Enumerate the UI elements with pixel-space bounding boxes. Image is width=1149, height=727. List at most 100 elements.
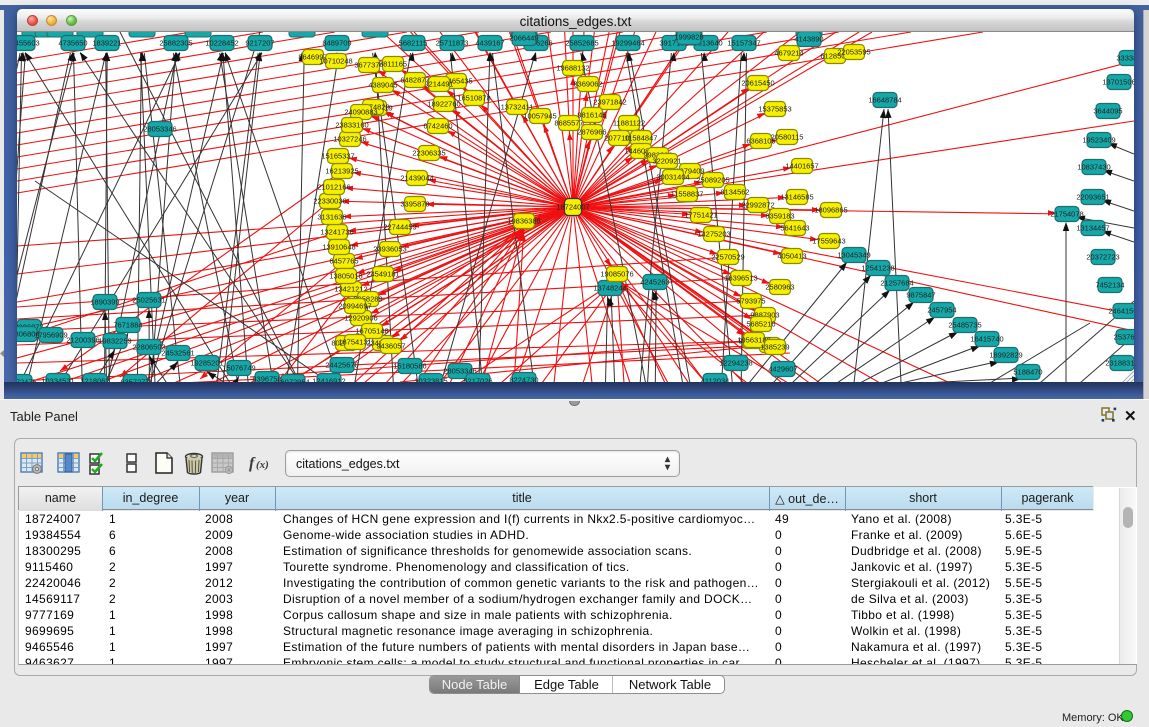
svg-text:8359183: 8359183 (765, 212, 794, 221)
svg-text:22306335: 22306335 (412, 149, 445, 158)
svg-text:15180586: 15180586 (393, 362, 426, 371)
svg-text:25025631: 25025631 (132, 296, 165, 305)
svg-text:5682115: 5682115 (399, 39, 428, 48)
svg-text:2457954: 2457954 (927, 306, 956, 315)
svg-text:23971842: 23971842 (593, 98, 626, 107)
svg-text:3333883: 3333883 (1116, 54, 1134, 63)
svg-text:4050413: 4050413 (777, 252, 806, 261)
svg-text:22330030: 22330030 (313, 197, 346, 206)
svg-text:1385239: 1385239 (760, 343, 789, 352)
svg-text:24090883: 24090883 (344, 108, 377, 117)
svg-text:21200396: 21200396 (66, 336, 99, 345)
svg-text:17956909: 17956909 (34, 331, 67, 340)
svg-text:6457765: 6457765 (329, 257, 358, 266)
svg-text:13241736: 13241736 (320, 228, 353, 237)
svg-text:25852685: 25852685 (565, 39, 598, 48)
svg-text:16510878: 16510878 (457, 94, 490, 103)
svg-text:f: f (249, 455, 256, 472)
svg-text:24532561: 24532561 (161, 349, 194, 358)
svg-text:19836388: 19836388 (507, 217, 540, 226)
svg-text:25089205: 25089205 (696, 176, 729, 185)
svg-text:25711873: 25711873 (436, 39, 469, 48)
svg-text:8811165: 8811165 (379, 60, 407, 69)
svg-text:17559643: 17559643 (812, 237, 845, 246)
svg-text:15076749: 15076749 (222, 364, 255, 373)
svg-text:9875847: 9875847 (906, 291, 935, 300)
svg-text:19832259: 19832259 (98, 337, 131, 346)
svg-text:13748244: 13748244 (593, 284, 626, 293)
svg-text:15375853: 15375853 (758, 105, 791, 114)
svg-text:10228452: 10228452 (205, 39, 238, 48)
svg-text:11558837: 11558837 (671, 190, 704, 199)
svg-text:16396513: 16396513 (724, 274, 757, 283)
svg-text:13134457: 13134457 (1076, 224, 1109, 233)
svg-text:19285201: 19285201 (190, 359, 223, 368)
svg-text:10710248: 10710248 (319, 57, 352, 66)
svg-text:23936053: 23936053 (373, 245, 406, 254)
svg-text:12920906: 12920906 (344, 314, 377, 323)
svg-text:4143890: 4143890 (794, 35, 823, 44)
svg-text:3644095: 3644095 (1093, 107, 1122, 116)
svg-text:19688132: 19688132 (556, 64, 589, 73)
svg-text:7671884: 7671884 (113, 321, 142, 330)
svg-text:3220921: 3220921 (652, 157, 681, 166)
svg-text:18724007: 18724007 (556, 203, 589, 212)
svg-text:20031404: 20031404 (656, 173, 689, 182)
svg-text:16648784: 16648784 (868, 96, 901, 105)
svg-text:6742460: 6742460 (423, 122, 452, 131)
svg-text:(x): (x) (256, 459, 269, 471)
svg-text:21754078: 21754078 (1050, 210, 1083, 219)
svg-text:15165337: 15165337 (321, 152, 354, 161)
svg-text:4429607: 4429607 (768, 365, 797, 374)
svg-text:4389045: 4389045 (368, 81, 397, 90)
svg-text:22992872: 22992872 (741, 201, 774, 210)
svg-text:25485735: 25485735 (948, 321, 981, 330)
svg-text:3395870: 3395870 (400, 200, 429, 209)
svg-text:1999828: 1999828 (674, 33, 703, 42)
svg-text:4245263: 4245263 (640, 278, 669, 287)
svg-text:20372723: 20372723 (1086, 253, 1119, 262)
svg-text:11881122: 11881122 (613, 119, 645, 128)
svg-text:18754131: 18754131 (338, 338, 371, 347)
svg-text:20994697: 20994697 (338, 302, 371, 311)
svg-text:5641643: 5641643 (780, 224, 809, 233)
svg-text:2876966: 2876966 (577, 128, 606, 137)
svg-text:22744459: 22744459 (383, 223, 416, 232)
svg-text:14275203: 14275203 (697, 230, 730, 239)
svg-text:22093651: 22093651 (1076, 193, 1109, 202)
svg-text:22570529: 22570529 (711, 253, 744, 262)
svg-text:23188315: 23188315 (1105, 359, 1134, 368)
svg-text:9217207: 9217207 (245, 39, 274, 48)
svg-text:5188470: 5188470 (1013, 368, 1042, 377)
svg-text:1839221: 1839221 (92, 39, 121, 48)
svg-text:2580963: 2580963 (765, 283, 794, 292)
svg-text:11584847: 11584847 (625, 134, 658, 143)
svg-text:6368105: 6368105 (746, 137, 775, 146)
svg-text:9816145: 9816145 (577, 111, 606, 120)
svg-text:15157347: 15157347 (727, 39, 760, 48)
svg-text:1890399: 1890399 (90, 298, 119, 307)
svg-text:21257684: 21257684 (880, 279, 913, 288)
svg-text:13910648: 13910648 (322, 243, 355, 252)
svg-text:10057945: 10057945 (523, 112, 556, 121)
svg-text:22455603: 22455603 (17, 39, 40, 48)
svg-text:8685577: 8685577 (554, 119, 583, 128)
svg-text:16213925: 16213925 (325, 167, 358, 176)
svg-text:13701506: 13701506 (1102, 78, 1134, 87)
svg-text:19085076: 19085076 (600, 270, 633, 279)
svg-text:19299464: 19299464 (611, 39, 644, 48)
svg-text:19523409: 19523409 (1082, 136, 1115, 145)
svg-text:12294238: 12294238 (719, 359, 752, 368)
svg-text:24641507: 24641507 (1108, 307, 1134, 316)
svg-text:17751421: 17751421 (684, 211, 717, 220)
svg-text:22053595: 22053595 (837, 48, 870, 57)
svg-text:10837430: 10837430 (1077, 163, 1110, 172)
svg-text:4679214: 4679214 (774, 49, 803, 58)
svg-text:8489709: 8489709 (322, 39, 351, 48)
svg-text:21439044: 21439044 (400, 174, 433, 183)
svg-text:18096865: 18096865 (814, 206, 847, 215)
svg-text:6482877: 6482877 (400, 76, 429, 85)
svg-text:28053346: 28053346 (143, 125, 176, 134)
svg-text:5685216: 5685216 (746, 320, 775, 329)
svg-text:18992829: 18992829 (989, 351, 1022, 360)
